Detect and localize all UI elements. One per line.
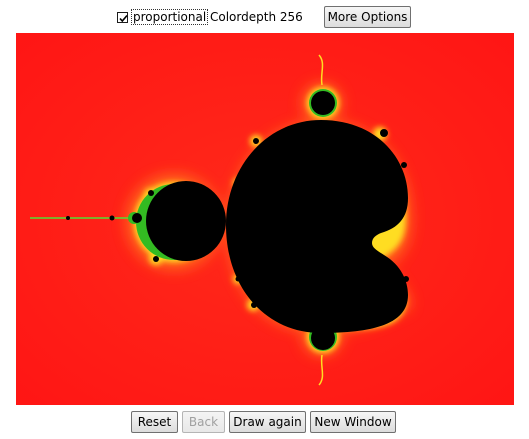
proportional-checkbox[interactable]: proportional [117, 8, 209, 26]
mandelbrot-image [16, 33, 514, 405]
bottom-bulb [311, 326, 335, 350]
proportional-label[interactable]: proportional [130, 9, 209, 25]
fractal-viewer-app: proportional Colordepth 256 More Options [0, 0, 529, 439]
main-cardioid [226, 120, 408, 333]
options-bar: proportional Colordepth 256 More Options [0, 6, 529, 28]
top-bulb [311, 91, 335, 115]
action-bar: Reset Back Draw again New Window [0, 411, 529, 433]
reset-button[interactable]: Reset [131, 411, 178, 433]
left-mini-bulb [132, 213, 142, 223]
new-window-button[interactable]: New Window [310, 411, 396, 433]
draw-again-button[interactable]: Draw again [229, 411, 306, 433]
period-two-bulb [146, 181, 226, 261]
more-options-button[interactable]: More Options [324, 6, 411, 28]
checkmark-icon [119, 14, 128, 22]
colordepth-label: Colordepth 256 [210, 10, 303, 24]
checkbox-box[interactable] [117, 11, 128, 23]
fractal-canvas[interactable] [16, 33, 514, 405]
back-button[interactable]: Back [182, 411, 225, 433]
